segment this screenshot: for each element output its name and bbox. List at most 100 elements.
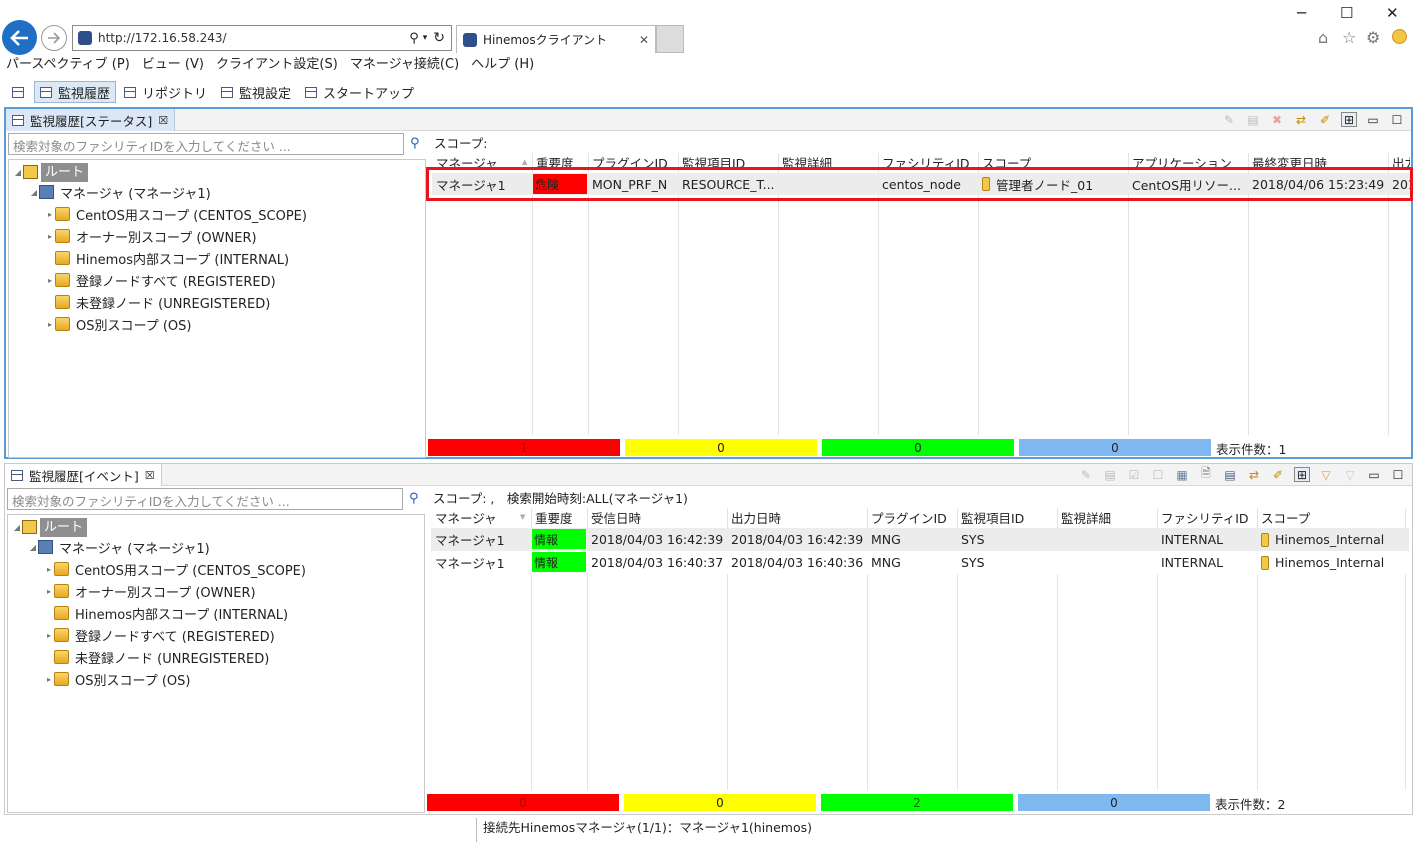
address-bar[interactable]: http://172.16.58.243/ ⚲ ▾ ↻ bbox=[72, 25, 452, 51]
filter-icon[interactable]: ✐ bbox=[1317, 112, 1333, 127]
status-facility-search-input[interactable]: 検索対象のファシリティIDを入力してください ... bbox=[8, 133, 404, 155]
filter-down-alt-icon[interactable]: ▽ bbox=[1342, 467, 1358, 482]
sort-desc-icon: ▼ bbox=[520, 513, 526, 521]
tab-close-icon[interactable]: ☒ bbox=[158, 114, 168, 127]
perspective-repository[interactable]: リポジトリ bbox=[118, 81, 213, 103]
smiley-feedback-icon[interactable] bbox=[1392, 29, 1407, 44]
settings-gear-icon[interactable]: ⚙ bbox=[1366, 28, 1380, 47]
sort-asc-icon: ▲ bbox=[522, 158, 528, 166]
minimize-view-icon[interactable]: ▭ bbox=[1366, 467, 1382, 482]
root-scope-icon bbox=[23, 165, 38, 179]
tab-event-view[interactable]: 監視履歴[イベント] ☒ bbox=[5, 464, 162, 486]
tree-toggle-icon[interactable]: ⊞ bbox=[1294, 467, 1310, 482]
tree-node-unregistered-scope[interactable]: 未登録ノード (UNREGISTERED) bbox=[45, 292, 270, 312]
forward-arrow-icon bbox=[48, 32, 61, 44]
table-icon bbox=[124, 86, 137, 98]
unconfirm-icon[interactable]: ☐ bbox=[1150, 467, 1166, 482]
perspective-toolbar: 監視履歴 リポジトリ 監視設定 スタートアップ bbox=[8, 81, 420, 103]
open-perspective-icon[interactable] bbox=[8, 84, 28, 100]
favorites-star-icon[interactable]: ☆ bbox=[1342, 28, 1356, 47]
forward-button[interactable] bbox=[41, 25, 67, 51]
tree-node-registered-scope[interactable]: ▸ 登録ノードすべて (REGISTERED) bbox=[45, 270, 276, 290]
refresh-icon[interactable]: ⇄ bbox=[1246, 467, 1262, 482]
node-icon bbox=[1261, 555, 1269, 570]
col-header-plugin-id[interactable]: プラグインID bbox=[867, 508, 957, 524]
maximize-view-icon[interactable]: ☐ bbox=[1390, 467, 1406, 482]
refresh-icon[interactable]: ⇄ bbox=[1293, 112, 1309, 127]
col-header-received[interactable]: 受信日時 bbox=[587, 508, 727, 524]
menu-client-settings[interactable]: クライアント設定(S) bbox=[210, 54, 344, 76]
tree-node-centos-scope[interactable]: ▸ CentOS用スコープ (CENTOS_SCOPE) bbox=[45, 204, 307, 224]
confirm-icon[interactable]: ☑ bbox=[1126, 467, 1142, 482]
filter-down-icon[interactable]: ▽ bbox=[1318, 467, 1334, 482]
menu-help[interactable]: ヘルプ (H) bbox=[465, 54, 540, 76]
tree-node-owner-scope[interactable]: ▸ オーナー別スコープ (OWNER) bbox=[45, 226, 257, 246]
browser-tab[interactable]: Hinemosクライアント ✕ bbox=[456, 25, 656, 53]
delete-icon[interactable]: ✖ bbox=[1269, 112, 1285, 127]
perspective-startup[interactable]: スタートアップ bbox=[299, 81, 420, 103]
tree-node-internal-scope[interactable]: Hinemos内部スコープ (INTERNAL) bbox=[45, 248, 289, 268]
table-row[interactable]: マネージャ1 情報 2018/04/03 16:42:39 2018/04/03… bbox=[431, 528, 1409, 551]
tree-node-root[interactable]: ◢ ルート bbox=[12, 517, 88, 537]
event-facility-search-input[interactable]: 検索対象のファシリティIDを入力してください ... bbox=[7, 488, 403, 510]
col-header-monitor-detail[interactable]: 監視詳細 bbox=[1057, 508, 1157, 524]
col-header-output-time[interactable]: 出力日時 bbox=[727, 508, 867, 524]
col-header-scope[interactable]: スコープ bbox=[1257, 508, 1405, 524]
col-header-severity[interactable]: 重要度 bbox=[531, 508, 587, 524]
status-view-tools: ✎ ▤ ✖ ⇄ ✐ ⊞ ▭ ☐ bbox=[1221, 112, 1405, 127]
new-tab-button[interactable] bbox=[656, 25, 684, 53]
tree-toggle-icon[interactable]: ⊞ bbox=[1341, 112, 1357, 127]
batch-confirm-icon[interactable]: ▦ bbox=[1174, 467, 1190, 482]
tree-node-manager[interactable]: ◢ マネージャ (マネージャ1) bbox=[29, 182, 211, 202]
search-icon[interactable]: ⚲ bbox=[410, 136, 420, 151]
edit-icon[interactable]: ✎ bbox=[1078, 467, 1094, 482]
scope-icon bbox=[55, 207, 70, 221]
tree-node-centos-scope[interactable]: ▸ CentOS用スコープ (CENTOS_SCOPE) bbox=[44, 559, 306, 579]
col-header-monitor-id[interactable]: 監視項目ID bbox=[957, 508, 1057, 524]
tree-node-registered-scope[interactable]: ▸ 登録ノードすべて (REGISTERED) bbox=[44, 625, 275, 645]
menu-view[interactable]: ビュー (V) bbox=[136, 54, 210, 76]
back-button[interactable] bbox=[2, 20, 37, 55]
minimize-icon[interactable]: ─ bbox=[1297, 4, 1306, 22]
details-icon[interactable]: ▤ bbox=[1245, 112, 1261, 127]
menu-perspective[interactable]: パースペクティブ (P) bbox=[0, 54, 136, 76]
tree-node-root[interactable]: ◢ ルート bbox=[13, 162, 89, 182]
status-view-panel: 監視履歴[ステータス] ☒ ✎ ▤ ✖ ⇄ ✐ ⊞ ▭ ☐ 検索対象のファシリテ… bbox=[4, 107, 1413, 459]
tree-node-os-scope[interactable]: ▸ OS別スコープ (OS) bbox=[45, 314, 191, 334]
tree-node-internal-scope[interactable]: Hinemos内部スコープ (INTERNAL) bbox=[44, 603, 288, 623]
table-row[interactable]: マネージャ1 情報 2018/04/03 16:40:37 2018/04/03… bbox=[431, 551, 1409, 574]
event-scope-tree: ◢ ルート ◢ マネージャ (マネージャ1) ▸ CentOS用スコープ (CENTO… bbox=[7, 514, 425, 813]
close-window-icon[interactable]: ✕ bbox=[1386, 4, 1399, 22]
event-view-panel: 監視履歴[イベント] ☒ ✎ ▤ ☑ ☐ ▦ 🗎 ▤ ⇄ ✐ ⊞ ▽ ▽ ▭ ☐… bbox=[4, 463, 1413, 815]
edit-icon[interactable]: ✎ bbox=[1221, 112, 1237, 127]
tree-node-manager[interactable]: ◢ マネージャ (マネージャ1) bbox=[28, 537, 210, 557]
tab-status-view[interactable]: 監視履歴[ステータス] ☒ bbox=[6, 109, 176, 131]
col-header-manager[interactable]: マネージャ bbox=[431, 508, 531, 524]
status-badge: 情報 bbox=[532, 552, 586, 572]
col-header-facility-id[interactable]: ファシリティID bbox=[1157, 508, 1257, 524]
refresh-icon[interactable]: ↻ bbox=[433, 30, 445, 46]
details-icon[interactable]: ▤ bbox=[1102, 467, 1118, 482]
column-icon[interactable]: ▤ bbox=[1222, 467, 1238, 482]
perspective-monitor-settings[interactable]: 監視設定 bbox=[215, 81, 297, 103]
tab-close-icon[interactable]: ☒ bbox=[145, 469, 155, 482]
tree-node-owner-scope[interactable]: ▸ オーナー別スコープ (OWNER) bbox=[44, 581, 256, 601]
download-icon[interactable]: 🗎 bbox=[1198, 466, 1214, 482]
scope-icon bbox=[55, 273, 70, 287]
search-icon[interactable]: ⚲ bbox=[409, 31, 419, 46]
scope-icon bbox=[54, 584, 69, 598]
tree-node-os-scope[interactable]: ▸ OS別スコープ (OS) bbox=[44, 669, 190, 689]
maximize-view-icon[interactable]: ☐ bbox=[1389, 112, 1405, 127]
tree-node-unregistered-scope[interactable]: 未登録ノード (UNREGISTERED) bbox=[44, 647, 269, 667]
tab-close-icon[interactable]: ✕ bbox=[639, 33, 649, 47]
dropdown-icon[interactable]: ▾ bbox=[423, 33, 428, 43]
perspective-monitor-history[interactable]: 監視履歴 bbox=[34, 81, 117, 103]
connection-status: 接続先Hinemosマネージャ(1/1)：マネージャ1(hinemos) bbox=[476, 818, 812, 842]
search-icon[interactable]: ⚲ bbox=[409, 491, 419, 506]
maximize-icon[interactable]: ☐ bbox=[1340, 4, 1353, 22]
home-icon[interactable]: ⌂ bbox=[1318, 28, 1328, 47]
menu-manager-connection[interactable]: マネージャ接続(C) bbox=[344, 54, 465, 76]
minimize-view-icon[interactable]: ▭ bbox=[1365, 112, 1381, 127]
url-text[interactable]: http://172.16.58.243/ bbox=[98, 31, 409, 45]
filter-icon[interactable]: ✐ bbox=[1270, 467, 1286, 482]
